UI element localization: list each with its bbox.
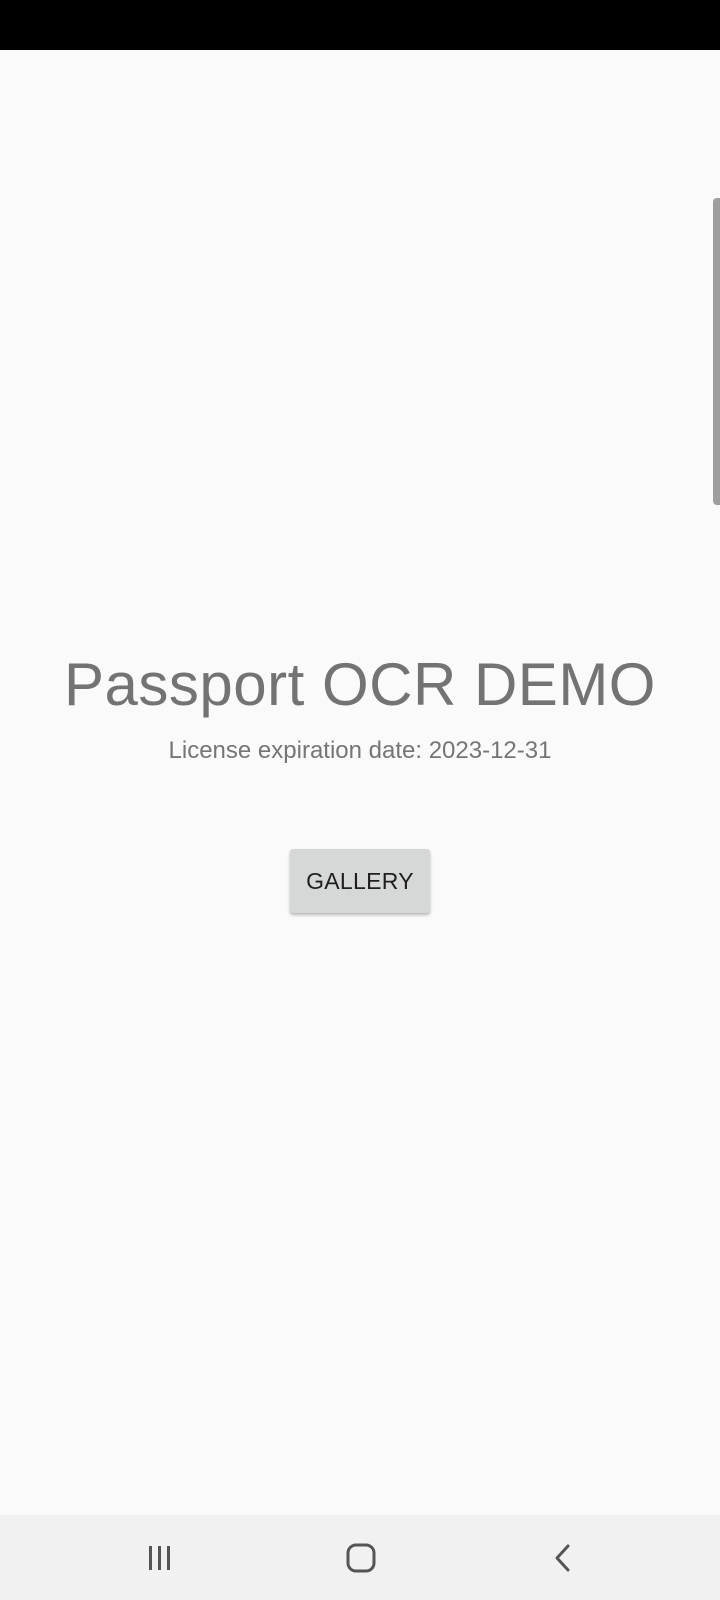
app-screen: Passport OCR DEMO License expiration dat… — [0, 0, 720, 1600]
recents-button[interactable] — [100, 1515, 220, 1600]
back-icon — [555, 1544, 570, 1571]
main-content — [0, 50, 720, 1515]
recents-icon — [149, 1545, 170, 1570]
navigation-bar — [0, 1515, 720, 1600]
license-expiration-text: License expiration date: 2023-12-31 — [168, 737, 552, 764]
gallery-button[interactable]: GALLERY — [290, 849, 430, 913]
status-bar — [0, 0, 720, 50]
home-icon — [346, 1543, 376, 1572]
page-title: Passport OCR DEMO — [64, 651, 656, 718]
scrollbar[interactable] — [713, 198, 720, 505]
home-button[interactable] — [301, 1515, 421, 1600]
back-button[interactable] — [503, 1515, 623, 1600]
